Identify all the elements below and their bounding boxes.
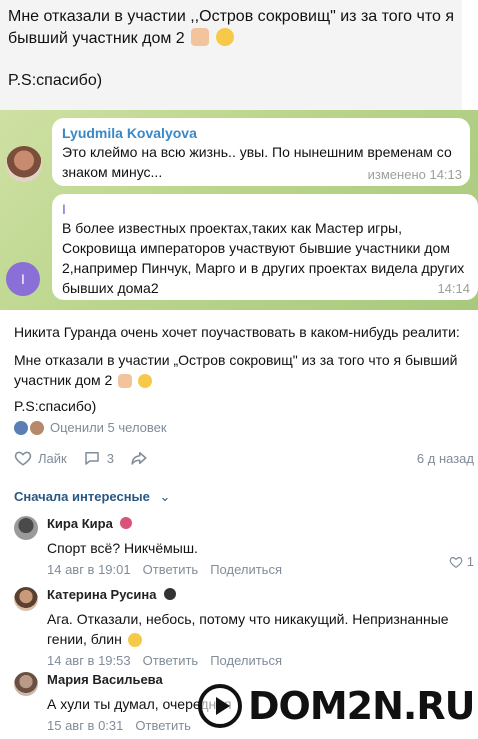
- comment-date[interactable]: 15 авг в 0:31: [47, 718, 123, 733]
- chevron-down-icon: ⌄: [159, 489, 171, 504]
- reply-button[interactable]: Ответить: [135, 718, 191, 733]
- chat-message-2: I В более известных проектах,таких как М…: [52, 194, 478, 300]
- chat-author-1: Lyudmila Kovalyova: [62, 125, 197, 141]
- grin-emoji-icon: [127, 633, 142, 647]
- chat-time-1: изменено 14:13: [367, 167, 462, 182]
- comment-like-button[interactable]: 1: [449, 554, 474, 569]
- share-button[interactable]: [130, 449, 148, 467]
- telegram-chat: Lyudmila Kovalyova Это клеймо на всю жиз…: [0, 110, 478, 310]
- grin-emoji-icon: [215, 28, 234, 46]
- rater-avatar: [14, 420, 28, 435]
- rated-row[interactable]: Оценили 5 человек: [14, 420, 167, 435]
- post-ps: P.S:спасибо): [14, 398, 97, 414]
- share-icon: [131, 452, 147, 465]
- comment-author-name[interactable]: Катерина Русина: [47, 587, 156, 602]
- avatar[interactable]: [14, 587, 38, 611]
- comments-sort-dropdown[interactable]: Сначала интересные ⌄: [14, 489, 170, 505]
- comment-item: Катерина Русина Ага. Отказали, небось, п…: [14, 587, 474, 668]
- comment-text: Ага. Отказали, небось, потому что никаку…: [47, 609, 474, 649]
- quoted-message: Мне отказали в участии ,,Остров сокровищ…: [8, 6, 454, 50]
- watermark-text: DOM2N.RU: [248, 684, 475, 728]
- avatar[interactable]: [14, 516, 38, 540]
- chat-time-2: 14:14: [437, 281, 470, 296]
- comment-meta: 14 авг в 19:53 Ответить Поделиться: [47, 653, 474, 668]
- comments-button[interactable]: 3: [83, 449, 114, 467]
- cat-emoji-icon: [164, 588, 177, 600]
- comment-text: Спорт всё? Никчёмыш.: [47, 540, 198, 556]
- post-body: Никита Гуранда очень хочет поучаствовать…: [14, 322, 474, 416]
- avatar-lyudmila: [6, 146, 42, 182]
- reply-button[interactable]: Ответить: [143, 653, 199, 668]
- comment-author-name[interactable]: Кира Кира: [47, 516, 113, 531]
- comments-count: 3: [106, 450, 114, 466]
- thumbs-up-emoji-icon: [118, 374, 133, 388]
- comment-date[interactable]: 14 авг в 19:53: [47, 653, 131, 668]
- rater-avatar: [30, 420, 44, 435]
- share-comment-button[interactable]: Поделиться: [210, 562, 282, 577]
- chat-message-1: Lyudmila Kovalyova Это клеймо на всю жиз…: [52, 118, 470, 186]
- post-actions: Лайк 3 6 д назад: [14, 448, 474, 468]
- post-date[interactable]: 6 д назад: [417, 451, 474, 466]
- post-message: Мне отказали в участии „Остров сокровищ"…: [14, 350, 474, 390]
- spider-emoji-icon: [120, 517, 133, 529]
- thumbs-up-emoji-icon: [191, 28, 210, 46]
- post-message-text: Мне отказали в участии „Остров сокровищ"…: [14, 352, 458, 388]
- quoted-ps: P.S:спасибо): [8, 72, 103, 89]
- play-icon: [198, 684, 242, 728]
- like-button[interactable]: Лайк: [14, 449, 67, 467]
- rated-text[interactable]: Оценили 5 человек: [50, 420, 167, 435]
- avatar-i: I: [6, 262, 40, 296]
- post-author-line: Никита Гуранда очень хочет поучаствовать…: [14, 324, 460, 340]
- comment-like-count: 1: [466, 554, 474, 569]
- comment-item: Кира Кира Спорт всё? Никчёмыш. 14 авг в …: [14, 516, 474, 577]
- chat-author-2: I: [62, 201, 66, 217]
- reply-button[interactable]: Ответить: [143, 562, 199, 577]
- comments-sort-label: Сначала интересные: [14, 489, 150, 504]
- comment-meta: 14 авг в 19:01 Ответить Поделиться: [47, 562, 474, 577]
- site-watermark: DOM2N.RU: [198, 676, 475, 736]
- chat-text-2: В более известных проектах,таких как Мас…: [62, 220, 465, 296]
- grin-emoji-icon: [138, 374, 153, 388]
- comment-author[interactable]: Катерина Русина: [47, 587, 474, 603]
- comment-icon: [84, 452, 99, 465]
- comment-text-content: Ага. Отказали, небось, потому что никаку…: [47, 611, 449, 647]
- like-label: Лайк: [38, 450, 67, 466]
- comment-date[interactable]: 14 авг в 19:01: [47, 562, 131, 577]
- share-comment-button[interactable]: Поделиться: [210, 653, 282, 668]
- heart-icon: [449, 556, 463, 568]
- quoted-message-card: Мне отказали в участии ,,Остров сокровищ…: [0, 0, 462, 120]
- comment-author-name[interactable]: Мария Васильева: [47, 672, 163, 687]
- heart-icon: [14, 451, 32, 466]
- comment-author[interactable]: Кира Кира: [47, 516, 474, 532]
- avatar[interactable]: [14, 672, 38, 696]
